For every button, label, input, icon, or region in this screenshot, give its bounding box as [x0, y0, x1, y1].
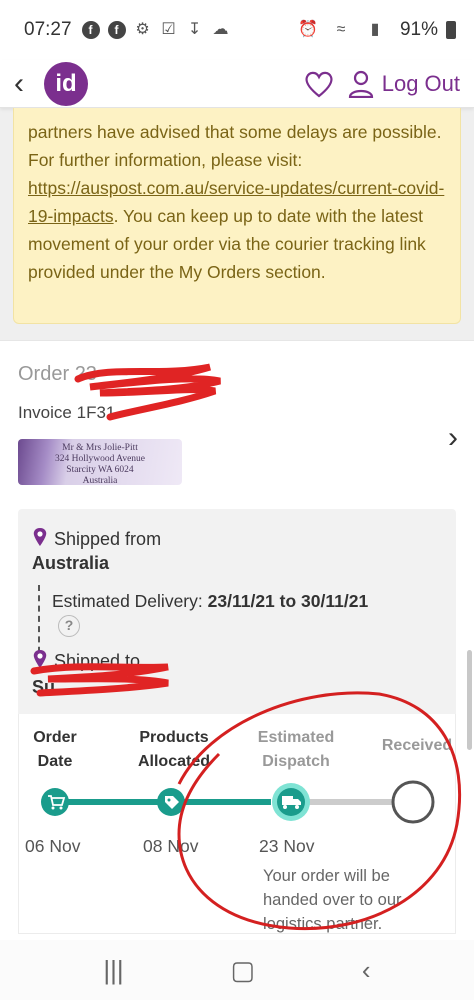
system-nav-bar: ||| ▢ ‹ [0, 940, 474, 1000]
facebook-icon: f [81, 21, 100, 39]
cart-icon [41, 788, 69, 816]
annotation-circle [177, 691, 462, 931]
battery-icon [446, 21, 456, 39]
address-line: Australia [82, 476, 118, 486]
estimated-delivery-label: Estimated Delivery: [52, 591, 203, 611]
delivery-notice: partners have advised that some delays a… [13, 108, 461, 324]
shipped-from-label: Shipped from [54, 529, 162, 549]
shipped-from-value: Australia [32, 553, 110, 573]
step-label-order-date: Order Date [25, 726, 85, 774]
address-line: 324 Hollywood Avenue [54, 454, 146, 464]
chevron-right-icon[interactable]: › [448, 421, 458, 455]
help-icon[interactable]: ? [58, 615, 80, 637]
logo-text: id [55, 69, 77, 97]
estimated-delivery-value: 23/11/21 to 30/11/21 [207, 591, 369, 611]
clock: 07:27 [24, 19, 72, 40]
estimated-delivery: Estimated Delivery: 23/11/21 to 30/11/21 [52, 591, 368, 612]
wifi-icon: ≈ [336, 21, 346, 38]
recent-apps-icon[interactable]: ||| [103, 955, 123, 986]
step-date-order: 06 Nov [25, 836, 81, 856]
address-label-image: Mr & Mrs Jolie-Pitt 324 Hollywood Avenue… [18, 439, 182, 486]
back-icon[interactable]: ‹ [362, 955, 371, 986]
user-icon[interactable] [348, 70, 374, 98]
order-progress-timeline: Order Date Products Allocated Estimated … [18, 691, 462, 934]
download-icon: ↧ [187, 21, 202, 38]
address-line: Mr & Mrs Jolie-Pitt [62, 443, 138, 453]
facebook-icon: f [107, 21, 126, 39]
alarm-icon: ⏰ [297, 21, 318, 38]
order-label: Order [18, 363, 70, 385]
step-label-line: Date [37, 753, 73, 770]
home-icon[interactable]: ▢ [231, 955, 256, 986]
app-header: ‹ id Log Out [0, 60, 474, 108]
step-label-line: Order [33, 729, 77, 746]
logout-button[interactable]: Log Out [382, 71, 460, 97]
heart-icon[interactable] [304, 70, 334, 98]
location-pin-icon [33, 528, 47, 546]
checkbox-icon: ☑ [161, 21, 176, 38]
invoice-label: Invoice [18, 403, 72, 422]
notice-text: partners have advised that some delays a… [28, 122, 442, 170]
battery-level: 91% [399, 19, 438, 40]
address-line: Starcity WA 6024 [66, 465, 134, 475]
cloud-icon: ☁ [212, 21, 229, 38]
status-bar: 07:27 f f ⚙ ☑ ↧ ☁ ⏰ ≈ ▮ 91% [0, 0, 474, 60]
logo[interactable]: id [44, 61, 88, 106]
notification-icon: ⚙ [135, 21, 150, 38]
signal-icon: ▮ [370, 21, 380, 38]
order-card[interactable]: Order 23 Invoice 1F31 Mr & Mrs Jolie-Pit… [0, 340, 474, 1000]
redaction-scribble [74, 363, 221, 421]
chevron-left-icon[interactable]: ‹ [14, 67, 42, 101]
scrollbar[interactable] [467, 650, 472, 750]
